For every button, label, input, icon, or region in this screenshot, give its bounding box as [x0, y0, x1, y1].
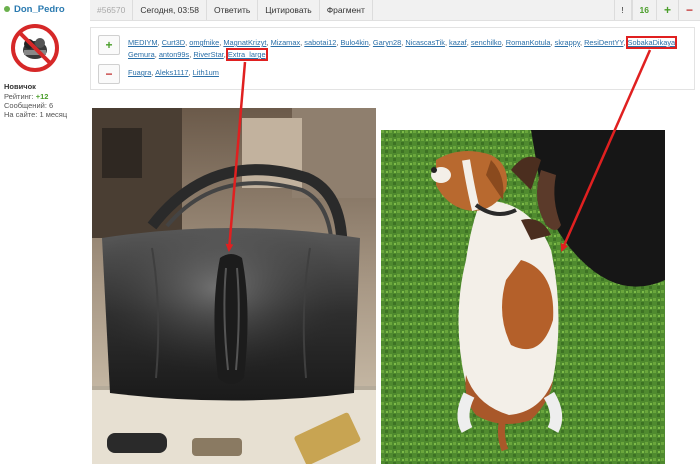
positive-voters-list: MEDIYM, Curt3D, omgfnike, MagnatKrizyt, … — [128, 36, 683, 61]
user-rating: Рейтинг: +12 — [4, 92, 48, 101]
votes-panel: + MEDIYM, Curt3D, omgfnike, MagnatKrizyt… — [90, 27, 695, 90]
avatar[interactable] — [10, 23, 60, 73]
voter-link[interactable]: Bulo4kin — [340, 38, 368, 47]
vote-minus-button[interactable]: − — [679, 0, 700, 20]
voter-link[interactable]: MEDIYM — [128, 38, 158, 47]
user-header: Don_Pedro — [4, 2, 65, 16]
quote-button[interactable]: Цитировать — [258, 0, 320, 20]
post-score: 16 — [631, 0, 657, 20]
voter-link[interactable]: sabotai12 — [304, 38, 336, 47]
post-toolbar: #56570 Сегодня, 03:58 Ответить Цитироват… — [90, 0, 700, 21]
voter-link[interactable]: Curt3D — [162, 38, 185, 47]
voter-separator: , — [623, 38, 628, 47]
voter-link[interactable]: ResiDentYY — [584, 38, 623, 47]
rating-value: +12 — [35, 92, 49, 101]
user-rank: Новичок — [4, 82, 36, 91]
handbag-photo — [92, 108, 376, 464]
report-button[interactable]: ! — [613, 0, 632, 20]
rating-label: Рейтинг: — [4, 92, 34, 101]
voter-link[interactable]: Fuagra — [128, 68, 151, 77]
negative-votes-button[interactable]: − — [98, 64, 120, 84]
user-messages: Сообщений: 6 — [4, 101, 54, 110]
user-card: Don_Pedro Новичок Рейтинг: +12 Сообщений… — [0, 0, 88, 464]
voter-link[interactable]: skrappy — [555, 38, 580, 47]
voter-link[interactable]: Lith1um — [193, 68, 219, 77]
voter-link[interactable]: Garyn28 — [373, 38, 401, 47]
voter-link[interactable]: Gemura — [128, 50, 155, 59]
negative-voters-list: Fuagra, Aleks1117, Lith1um — [128, 67, 219, 79]
dog-photo — [381, 130, 665, 464]
online-status-icon — [4, 6, 10, 12]
voter-link[interactable]: NicascasTik — [405, 38, 445, 47]
voter-link[interactable]: senchilko — [471, 38, 502, 47]
voter-link[interactable]: anton99s — [159, 50, 189, 59]
post-date: Сегодня, 03:58 — [133, 0, 207, 20]
voter-link[interactable]: omgfnike — [189, 38, 219, 47]
post-number[interactable]: #56570 — [90, 0, 134, 20]
voter-link[interactable]: RiverStar — [193, 50, 223, 59]
voter-link[interactable]: Mizamax — [271, 38, 301, 47]
reply-button[interactable]: Ответить — [207, 0, 259, 20]
positive-votes-button[interactable]: + — [98, 35, 120, 55]
voter-link[interactable]: Aleks1117 — [155, 68, 188, 77]
fragment-button[interactable]: Фрагмент — [320, 0, 373, 20]
voter-link[interactable]: RomanKotula — [506, 38, 551, 47]
voter-link[interactable]: kazaf — [449, 38, 467, 47]
vote-plus-button[interactable]: + — [657, 0, 679, 20]
voter-link[interactable]: MagnatKrizyt — [223, 38, 266, 47]
voter-separator: , — [675, 38, 678, 47]
voter-link[interactable]: Extra_large — [225, 48, 268, 61]
voter-link[interactable]: SobakaDikaya — [625, 36, 678, 49]
username-link[interactable]: Don_Pedro — [14, 4, 65, 15]
user-on-site: На сайте: 1 месяц — [4, 110, 68, 119]
